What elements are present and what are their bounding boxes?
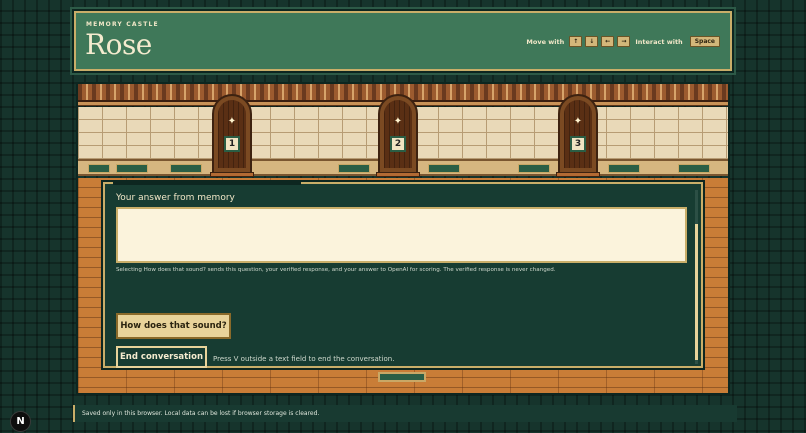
dialog-scroll-thumb[interactable] bbox=[695, 224, 698, 360]
door-panel bbox=[384, 100, 412, 168]
door-panel bbox=[564, 100, 592, 168]
arrow-up-key: ↑ bbox=[569, 36, 583, 47]
door-1[interactable]: ✦ 1 bbox=[210, 94, 254, 177]
move-label: Move with bbox=[526, 37, 565, 46]
game-header: MEMORY CASTLE Rose Move with ↑ ↓ ← → Int… bbox=[74, 11, 732, 71]
interact-label: Interact with bbox=[635, 37, 683, 46]
wall-panel bbox=[88, 164, 110, 173]
dialog-tab bbox=[113, 182, 301, 185]
sparkle-icon: ✦ bbox=[227, 116, 237, 127]
door-number: 1 bbox=[224, 136, 240, 152]
door-number: 2 bbox=[390, 136, 406, 152]
arrow-right-key: → bbox=[617, 36, 631, 47]
wall-panel bbox=[428, 164, 460, 173]
wall-panel bbox=[116, 164, 148, 173]
sparkle-icon: ✦ bbox=[573, 116, 583, 127]
end-conversation-button[interactable]: End conversation bbox=[116, 346, 207, 368]
door-3[interactable]: ✦ 3 bbox=[556, 94, 600, 177]
wall-panel bbox=[608, 164, 640, 173]
sparkle-icon: ✦ bbox=[393, 116, 403, 127]
submit-answer-button[interactable]: How does that sound? bbox=[116, 313, 231, 339]
wall-panel bbox=[338, 164, 370, 173]
exit-marker bbox=[378, 372, 426, 382]
door-step bbox=[376, 172, 420, 177]
door-step bbox=[556, 172, 600, 177]
storage-notice: Saved only in this browser. Local data c… bbox=[73, 405, 737, 422]
wall-panel bbox=[170, 164, 202, 173]
door-panel bbox=[218, 100, 246, 168]
page-title: Rose bbox=[85, 28, 152, 61]
app-badge-icon[interactable]: N bbox=[10, 411, 31, 432]
controls-legend: Move with ↑ ↓ ← → Interact with Space bbox=[524, 36, 720, 47]
arrow-left-key: ← bbox=[601, 36, 615, 47]
door-step bbox=[210, 172, 254, 177]
door-number: 3 bbox=[570, 136, 586, 152]
privacy-note: Selecting How does that sound? sends thi… bbox=[116, 267, 556, 273]
answer-textarea[interactable] bbox=[116, 207, 687, 263]
app-eyebrow: MEMORY CASTLE bbox=[86, 21, 159, 28]
wall-panel bbox=[678, 164, 710, 173]
dialog-heading: Your answer from memory bbox=[116, 193, 235, 203]
end-hint: Press V outside a text field to end the … bbox=[213, 355, 395, 363]
space-key: Space bbox=[689, 36, 720, 47]
wall-panel bbox=[518, 164, 550, 173]
arrow-down-key: ↓ bbox=[585, 36, 599, 47]
answer-dialog: Your answer from memory Selecting How do… bbox=[103, 182, 703, 368]
door-2[interactable]: ✦ 2 bbox=[376, 94, 420, 177]
